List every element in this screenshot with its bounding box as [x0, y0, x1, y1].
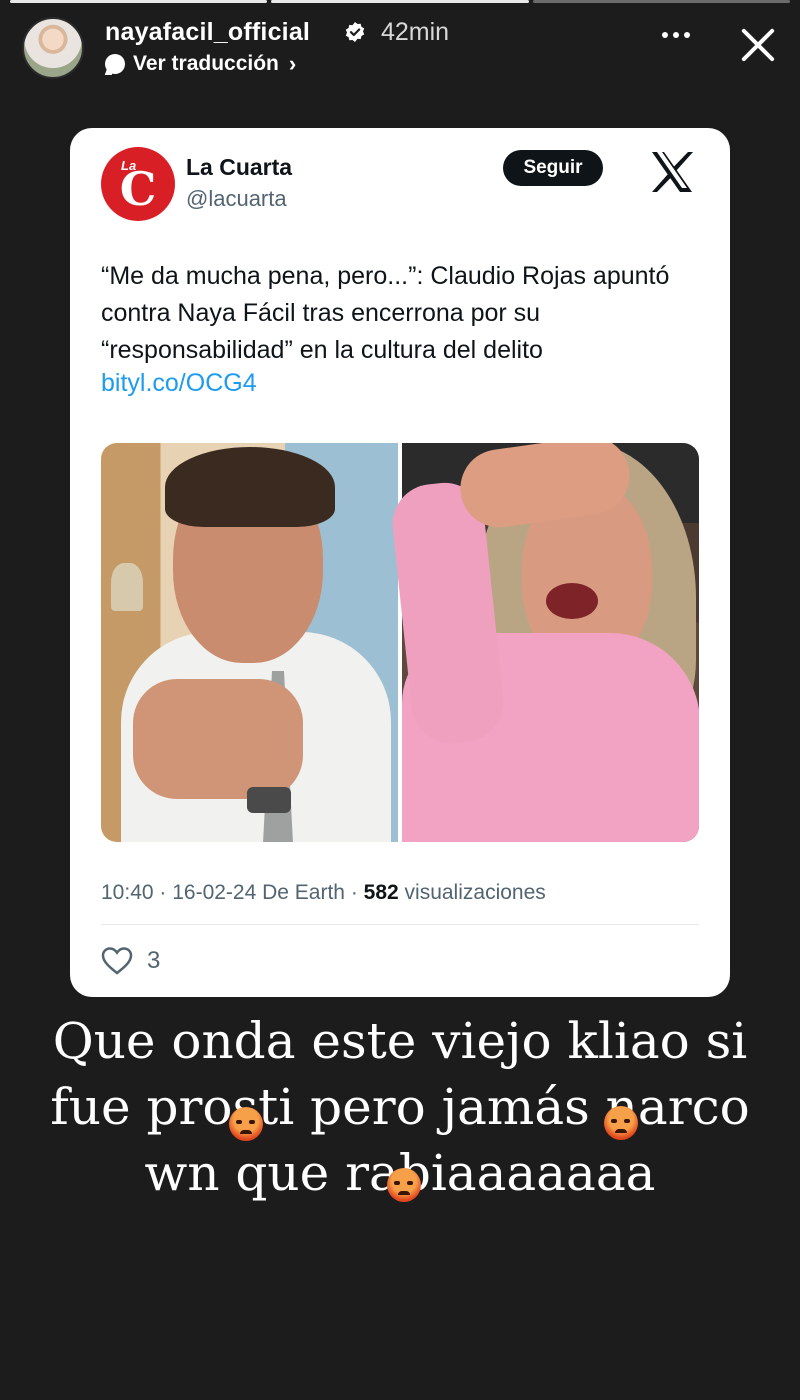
caption-line: fue prosti pero jamás narco — [50, 1078, 750, 1136]
avatar[interactable] — [22, 17, 84, 79]
story-header: nayafacil_official 42min Ver traducción … — [22, 14, 778, 80]
tweet-text: “Me da mucha pena, pero...”: Claudio Roj… — [101, 262, 670, 364]
tweet-account-handle[interactable]: @lacuarta — [186, 186, 287, 212]
progress-segment — [271, 0, 529, 3]
la-cuarta-logo[interactable]: La C — [101, 147, 175, 221]
tweet-account-name[interactable]: La Cuarta — [186, 154, 292, 181]
close-icon[interactable] — [738, 25, 778, 65]
photo-woman[interactable] — [388, 443, 699, 842]
verified-badge-icon — [345, 22, 365, 42]
angry-face-emoji — [229, 1107, 263, 1141]
divider — [101, 924, 699, 925]
views-label: visualizaciones — [398, 881, 546, 904]
likes-count: 3 — [147, 947, 161, 974]
translate-button[interactable]: Ver traducción › — [105, 51, 296, 77]
tweet-media[interactable] — [101, 443, 699, 842]
views-count: 582 — [363, 881, 399, 904]
speech-bubble-icon — [105, 54, 125, 74]
more-dots-icon[interactable] — [662, 32, 690, 38]
tweet-link[interactable]: bityl.co/OCG4 — [101, 369, 257, 398]
tweet-card[interactable]: La C La Cuarta @lacuarta Seguir “Me da m… — [70, 128, 730, 997]
translate-label: Ver traducción — [133, 52, 279, 75]
story-username[interactable]: nayafacil_official — [105, 18, 310, 47]
like-button[interactable]: 3 — [101, 946, 160, 976]
heart-icon — [101, 947, 133, 975]
story-time: 42min — [381, 18, 450, 46]
x-logo-icon — [652, 152, 693, 192]
story-progress-bar — [10, 0, 790, 3]
progress-segment — [532, 0, 790, 3]
follow-button[interactable]: Seguir — [503, 150, 603, 186]
chevron-right-icon: › — [288, 51, 297, 76]
caption-line: Que onda este viejo kliao si — [52, 1012, 748, 1070]
photo-man[interactable] — [101, 443, 398, 842]
logo-letter: C — [119, 162, 157, 216]
tweet-timestamp: 10:40 · 16-02-24 De Earth · — [101, 881, 364, 904]
tweet-meta: 10:40 · 16-02-24 De Earth · 582 visualiz… — [101, 881, 546, 905]
angry-face-emoji — [387, 1168, 421, 1202]
progress-segment — [10, 0, 268, 3]
angry-face-emoji — [604, 1106, 638, 1140]
